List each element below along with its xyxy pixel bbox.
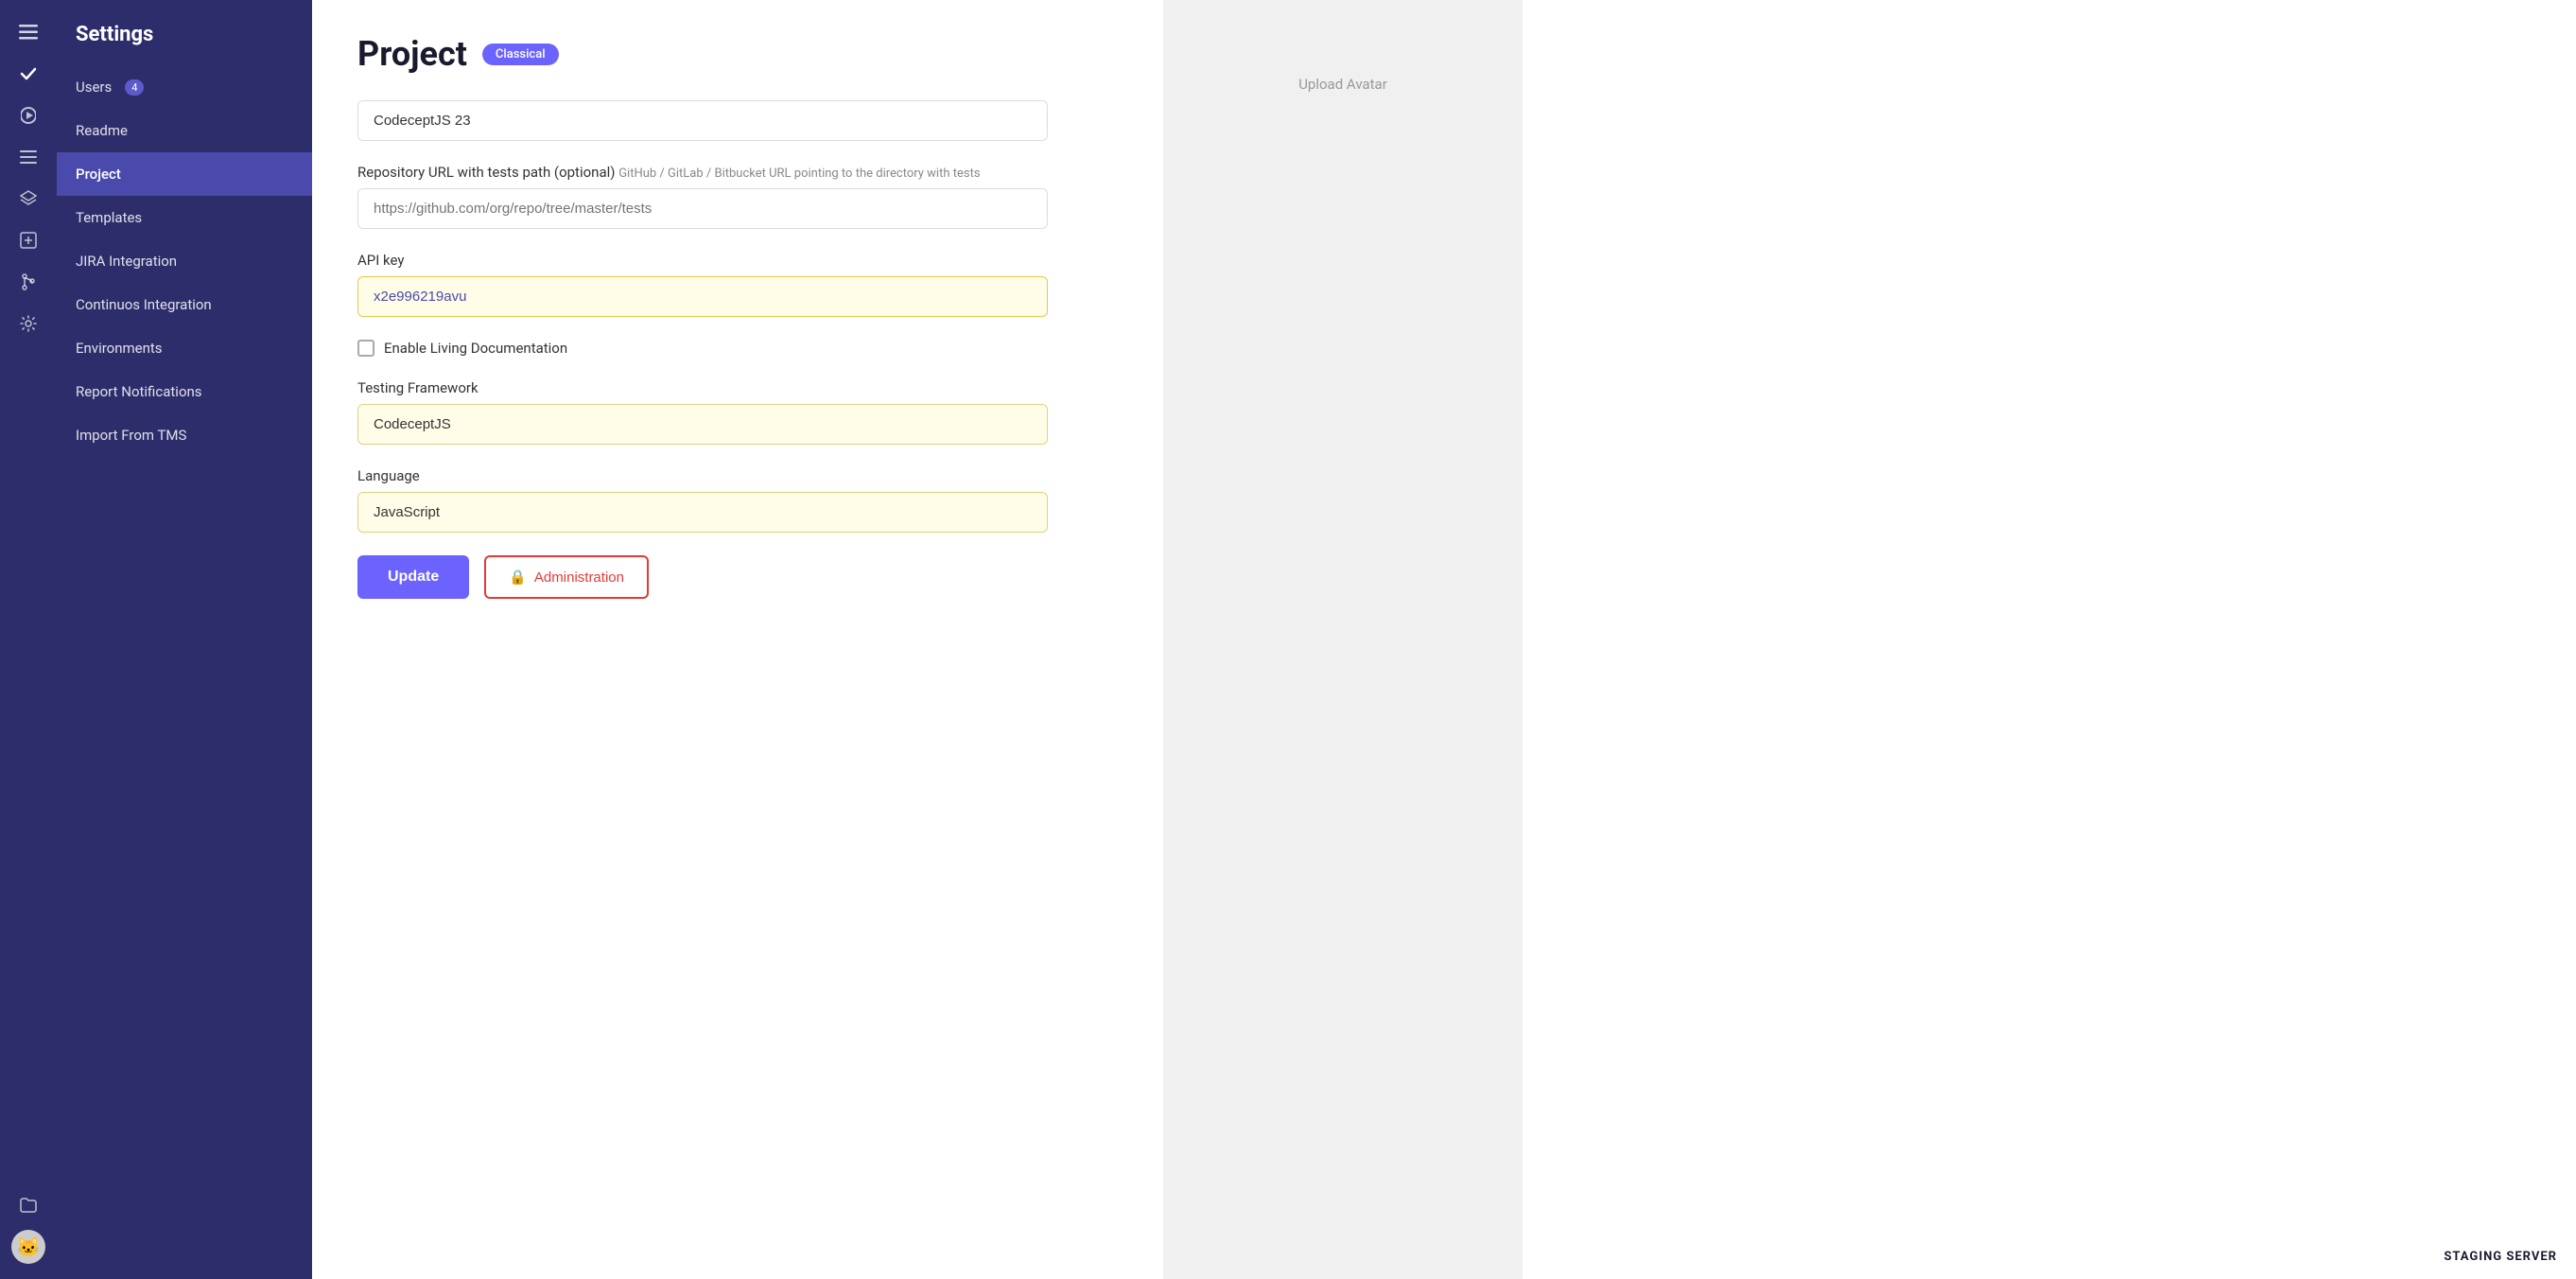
sidebar-item-ci[interactable]: Continuos Integration	[57, 283, 312, 326]
right-panel: Upload Avatar	[1163, 0, 1523, 1279]
repo-url-label: Repository URL with tests path (optional…	[357, 164, 1118, 181]
sidebar-item-jira[interactable]: JIRA Integration	[57, 239, 312, 283]
sidebar-item-import-tms[interactable]: Import From TMS	[57, 413, 312, 457]
language-group: Language	[357, 467, 1118, 533]
gear-icon[interactable]	[11, 307, 45, 341]
testing-framework-label: Testing Framework	[357, 379, 1118, 396]
play-icon[interactable]	[11, 98, 45, 132]
repo-url-input[interactable]	[357, 188, 1048, 229]
classical-badge: Classical	[482, 44, 559, 65]
sidebar-item-label: Readme	[76, 122, 128, 139]
list-icon[interactable]	[11, 140, 45, 174]
language-input[interactable]	[357, 492, 1048, 533]
branch-icon[interactable]	[11, 265, 45, 299]
check-icon[interactable]	[11, 57, 45, 91]
living-doc-label: Enable Living Documentation	[384, 340, 567, 357]
administration-button[interactable]: 🔒 Administration	[484, 555, 649, 599]
project-name-group	[357, 100, 1118, 141]
content-area: Project Classical Repository URL with te…	[312, 0, 1163, 1279]
repo-url-group: Repository URL with tests path (optional…	[357, 164, 1118, 229]
testing-framework-input[interactable]	[357, 404, 1048, 445]
api-key-input[interactable]	[357, 276, 1048, 317]
update-button[interactable]: Update	[357, 555, 469, 599]
page-title: Project	[357, 34, 467, 74]
sidebar-item-label: Project	[76, 166, 121, 183]
sidebar-title: Settings	[57, 15, 312, 65]
sidebar-item-label: Environments	[76, 340, 163, 357]
sidebar-item-environments[interactable]: Environments	[57, 326, 312, 370]
sidebar-item-label: Report Notifications	[76, 383, 202, 400]
testing-framework-group: Testing Framework	[357, 379, 1118, 445]
living-doc-row: Enable Living Documentation	[357, 340, 1118, 357]
sidebar-item-label: JIRA Integration	[76, 253, 177, 270]
language-label: Language	[357, 467, 1118, 484]
icon-rail: 🐱	[0, 0, 57, 1279]
sidebar-item-templates[interactable]: Templates	[57, 196, 312, 239]
page-header: Project Classical	[357, 34, 1118, 74]
hamburger-icon[interactable]	[11, 15, 45, 49]
import-icon[interactable]	[11, 223, 45, 257]
sidebar-item-project[interactable]: Project	[57, 152, 312, 196]
users-badge: 4	[125, 79, 144, 96]
sidebar-item-label: Templates	[76, 209, 142, 226]
api-key-group: API key	[357, 252, 1118, 317]
sidebar-item-label: Users	[76, 79, 112, 96]
action-row: Update 🔒 Administration	[357, 555, 1118, 599]
folder-icon[interactable]	[11, 1188, 45, 1222]
repo-url-sublabel: GitHub / GitLab / Bitbucket URL pointing…	[618, 166, 980, 181]
avatar[interactable]: 🐱	[11, 1230, 45, 1264]
sidebar-item-readme[interactable]: Readme	[57, 109, 312, 152]
api-key-label: API key	[357, 252, 1118, 269]
sidebar-item-label: Import From TMS	[76, 427, 186, 444]
sidebar-item-users[interactable]: Users 4	[57, 65, 312, 109]
staging-server-label: STAGING SERVER	[2444, 1250, 2557, 1264]
layers-icon[interactable]	[11, 182, 45, 216]
main-content: Project Classical Repository URL with te…	[312, 0, 2576, 1279]
lock-icon: 🔒	[509, 569, 527, 586]
upload-avatar-text: Upload Avatar	[1298, 76, 1387, 93]
sidebar: Settings Users 4 Readme Project Template…	[57, 0, 312, 1279]
sidebar-item-report-notifications[interactable]: Report Notifications	[57, 370, 312, 413]
sidebar-item-label: Continuos Integration	[76, 296, 212, 313]
project-name-input[interactable]	[357, 100, 1048, 141]
enable-living-doc-checkbox[interactable]	[357, 340, 374, 357]
